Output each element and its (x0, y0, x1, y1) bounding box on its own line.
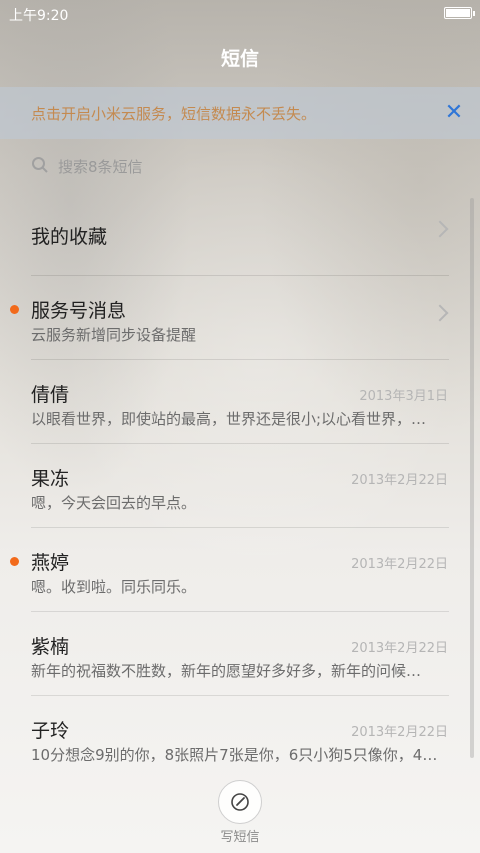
item-preview: 新年的祝福数不胜数，新年的愿望好多好多，新年的问候… (31, 662, 422, 680)
list-item-service[interactable]: 服务号消息 云服务新增同步设备提醒 (0, 276, 480, 360)
search-icon (32, 157, 48, 173)
close-icon[interactable]: ✕ (442, 101, 466, 125)
battery-icon (444, 7, 475, 19)
page-title: 短信 (220, 48, 259, 70)
item-name: 倩倩 (31, 384, 70, 406)
list-item-favorites[interactable]: 我的收藏 (0, 192, 480, 276)
item-name: 燕婷 (31, 552, 70, 574)
item-preview: 嗯。收到啦。同乐同乐。 (31, 578, 197, 596)
list-item-conversation[interactable]: 果冻 2013年2月22日 嗯，今天会回去的早点。 (0, 444, 480, 528)
chevron-right-icon (431, 304, 449, 322)
item-preview: 嗯，今天会回去的早点。 (31, 494, 197, 512)
item-date: 2013年2月22日 (351, 557, 448, 572)
status-bar: 上午9:20 (0, 0, 480, 28)
list-item-conversation[interactable]: 子玲 2013年2月22日 10分想念9别的你，8张照片7张是你，6只小狗5只像… (0, 696, 480, 780)
item-date: 2013年2月22日 (351, 641, 448, 656)
list-item-conversation[interactable]: 紫楠 2013年2月22日 新年的祝福数不胜数，新年的愿望好多好多，新年的问候… (0, 612, 480, 696)
status-time: 上午9:20 (9, 8, 69, 24)
list-item-conversation[interactable]: 倩倩 2013年3月1日 以眼看世界，即使站的最高，世界还是很小;以心看世界，… (0, 360, 480, 444)
unread-dot (10, 305, 19, 314)
banner-text[interactable]: 点击开启小米云服务，短信数据永不丢失。 (31, 103, 316, 124)
item-name: 果冻 (31, 468, 70, 490)
scrollbar[interactable] (470, 198, 474, 758)
item-date: 2013年3月1日 (359, 389, 448, 404)
item-date: 2013年2月22日 (351, 725, 448, 740)
chevron-right-icon (431, 220, 449, 238)
unread-dot (10, 557, 19, 566)
cloud-banner[interactable]: 点击开启小米云服务，短信数据永不丢失。 ✕ (0, 87, 480, 139)
list-item-conversation[interactable]: 燕婷 2013年2月22日 嗯。收到啦。同乐同乐。 (0, 528, 480, 612)
compose-button[interactable] (218, 780, 262, 824)
item-name: 子玲 (31, 720, 70, 742)
item-date: 2013年2月22日 (351, 473, 448, 488)
item-preview: 10分想念9别的你，8张照片7张是你，6只小狗5只像你，4… (31, 746, 438, 764)
item-preview: 云服务新增同步设备提醒 (31, 326, 197, 344)
item-preview: 以眼看世界，即使站的最高，世界还是很小;以心看世界，… (31, 410, 427, 428)
compose-icon (231, 793, 249, 811)
search-input[interactable]: 搜索8条短信 (58, 156, 143, 177)
item-name: 我的收藏 (31, 226, 108, 248)
item-name: 服务号消息 (31, 300, 127, 322)
search-bar[interactable]: 搜索8条短信 (0, 140, 480, 192)
item-name: 紫楠 (31, 636, 70, 658)
compose-label[interactable]: 写短信 (0, 826, 480, 845)
